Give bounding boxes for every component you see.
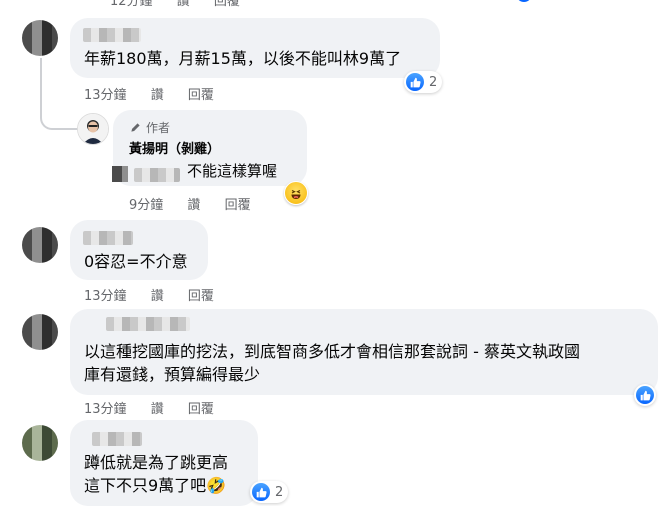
comment-time[interactable]: 13分鐘: [84, 402, 127, 417]
reaction-summary[interactable]: [634, 384, 656, 406]
reply-link[interactable]: 回覆: [225, 198, 251, 213]
reply-link[interactable]: 回覆: [214, 0, 240, 9]
reply-link[interactable]: 回覆: [188, 88, 214, 103]
reply-link[interactable]: 回覆: [188, 289, 214, 304]
like-link[interactable]: 讚: [187, 198, 200, 213]
like-link[interactable]: 讚: [177, 0, 190, 9]
mentioned-avatar: [112, 166, 128, 182]
reply-link[interactable]: 回覆: [188, 402, 214, 417]
reply-meta: 9分鐘 讚 回覆: [129, 194, 271, 213]
commenter-name[interactable]: [83, 231, 133, 245]
author-name[interactable]: 黃揚明（剝雞）: [129, 138, 220, 157]
comment-text: 年薪180萬，月薪15萬，以後不能叫林9萬了: [84, 49, 402, 68]
author-badge-label: 作者: [146, 121, 171, 135]
author-avatar[interactable]: [77, 113, 109, 145]
commenter-name[interactable]: [83, 28, 141, 42]
like-link[interactable]: 讚: [151, 88, 164, 103]
comment-text-line-1: 蹲低就是為了跳更高: [84, 453, 229, 472]
reply-text: 不能這樣算喔: [187, 162, 278, 180]
reaction-summary[interactable]: 2: [250, 481, 289, 503]
reaction-summary[interactable]: 2: [404, 71, 443, 93]
reaction-count: 2: [429, 74, 438, 90]
comment-text-line-2: 庫有還錢，預算編得最少: [84, 365, 261, 384]
commenter-name[interactable]: [106, 317, 190, 331]
like-icon: [516, 0, 532, 2]
like-icon: [252, 483, 270, 501]
comment-meta: 13分鐘 讚 回覆: [84, 398, 234, 417]
avatar[interactable]: [22, 227, 58, 263]
commenter-name[interactable]: [92, 432, 142, 446]
comment-time[interactable]: 12分鐘: [110, 0, 153, 9]
comment-time[interactable]: 13分鐘: [84, 88, 127, 103]
comment-meta: 13分鐘 讚 回覆: [84, 84, 234, 103]
comment-meta: 13分鐘 讚 回覆: [84, 285, 234, 304]
avatar[interactable]: [22, 425, 58, 461]
reply-thread-line: [40, 58, 78, 130]
like-link[interactable]: 讚: [151, 289, 164, 304]
mentioned-name[interactable]: [134, 168, 180, 182]
like-icon: [636, 386, 654, 404]
reaction-count: 2: [275, 484, 284, 500]
avatar[interactable]: [22, 314, 58, 350]
comment-text-line-2: 這下不只9萬了吧🤣: [84, 476, 227, 495]
comment-text: 0容忍=不介意: [84, 252, 188, 271]
avatar[interactable]: [22, 20, 58, 56]
comment-time[interactable]: 13分鐘: [84, 289, 127, 304]
author-badge: 作者: [130, 119, 170, 136]
comment-time[interactable]: 9分鐘: [129, 198, 163, 213]
haha-reaction-icon[interactable]: [284, 181, 308, 205]
comment-meta-top: 12分鐘 讚 回覆: [110, 0, 260, 9]
comment-text-line-1: 以這種挖國庫的挖法，到底智商多低才會相信那套說詞 - 蔡英文執政國: [84, 342, 580, 361]
pencil-icon: [131, 123, 140, 132]
like-link[interactable]: 讚: [151, 402, 164, 417]
like-icon: [406, 73, 424, 91]
